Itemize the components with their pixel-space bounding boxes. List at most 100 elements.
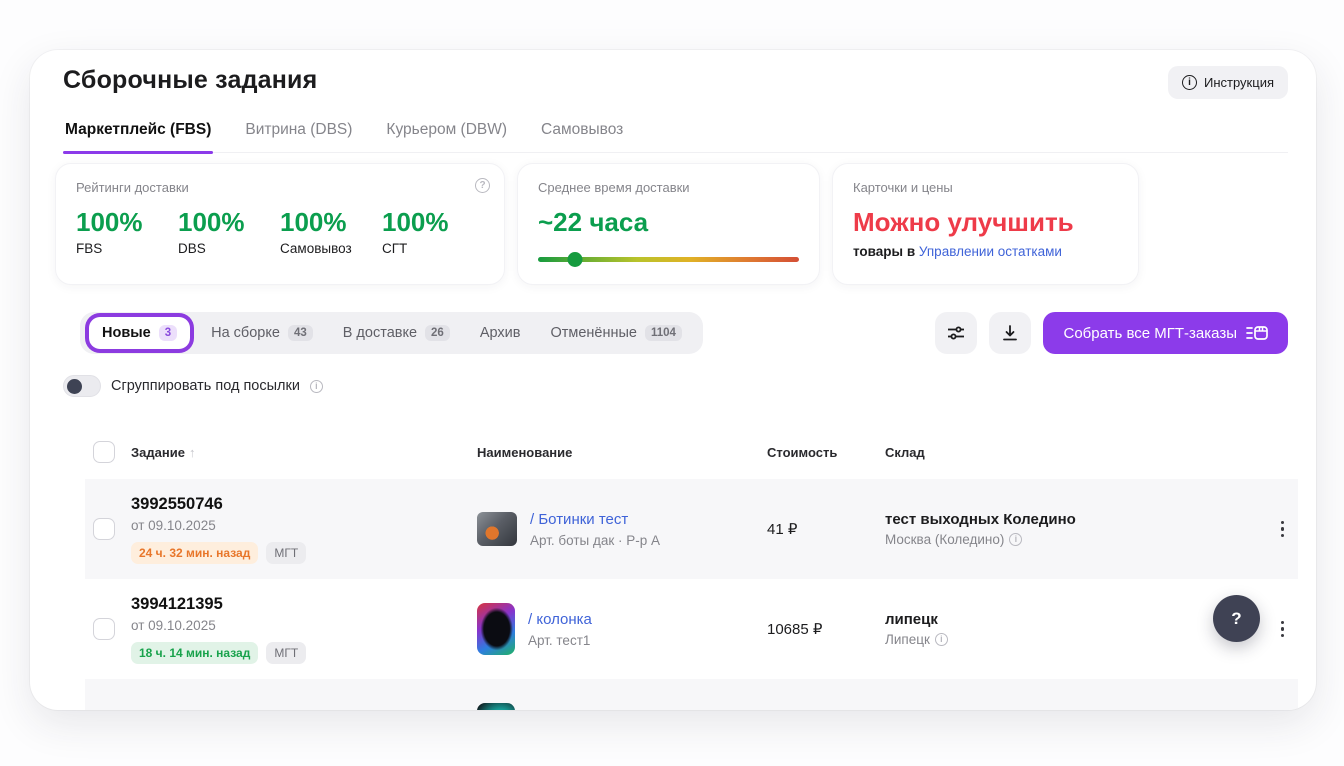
ratings-title: Рейтинги доставки: [76, 180, 484, 195]
row-checkbox[interactable]: [93, 618, 115, 640]
avg-delivery-time-card: Среднее время доставки ~22 часа: [517, 163, 820, 285]
price-cell: 10685 ₽: [753, 620, 877, 638]
subtext-prefix: товары в: [853, 244, 915, 259]
instruction-button[interactable]: i Инструкция: [1168, 66, 1288, 99]
status-tab-count: 1104: [645, 325, 682, 341]
product-thumbnail: [477, 603, 515, 655]
col-task[interactable]: Задание↑: [131, 445, 461, 460]
rating-label: FBS: [76, 241, 178, 256]
info-icon: i: [1182, 75, 1197, 90]
help-button[interactable]: ?: [1213, 595, 1260, 642]
delivery-ratings-card: Рейтинги доставки ? 100% FBS 100% DBS 10…: [55, 163, 505, 285]
table-header: Задание↑ Наименование Стоимость Склад: [85, 425, 1298, 479]
task-id: 3994121395: [131, 595, 461, 614]
rating-value: 100%: [76, 207, 178, 238]
status-tab-count: 43: [288, 325, 313, 341]
status-tab-label: Новые: [102, 325, 151, 341]
group-parcels-toggle[interactable]: [63, 375, 101, 397]
delivery-time-title: Среднее время доставки: [538, 180, 799, 195]
table-actions: Собрать все МГТ-заказы: [935, 312, 1288, 354]
rating-sgt: 100% СГТ: [382, 207, 484, 256]
time-elapsed-badge: 18 ч. 14 мин. назад: [131, 642, 258, 664]
status-tab-count: 26: [425, 325, 450, 341]
status-tab-new[interactable]: Новые 3: [89, 317, 190, 349]
warehouse-cell: липецк Липецк i: [877, 611, 1250, 647]
rating-dbs: 100% DBS: [178, 207, 280, 256]
product-thumbnail: [477, 703, 515, 710]
filter-settings-button[interactable]: [935, 312, 977, 354]
mgt-badge: МГТ: [266, 642, 306, 664]
task-badges: 24 ч. 32 мин. назад МГТ: [131, 542, 461, 564]
delivery-time-value: ~22 часа: [538, 207, 799, 238]
filters-row: Новые 3 На сборке 43 В доставке 26 Архив…: [55, 312, 1288, 354]
status-tab-assembling[interactable]: На сборке 43: [198, 317, 326, 349]
status-tab-count: 3: [159, 325, 177, 341]
row-checkbox[interactable]: [93, 518, 115, 540]
page-header: Сборочные задания i Инструкция: [63, 66, 1288, 99]
row-menu-button[interactable]: [1281, 621, 1285, 638]
warehouse-location: Москва (Коледино) i: [885, 532, 1250, 547]
col-price: Стоимость: [753, 445, 877, 460]
status-tab-label: На сборке: [211, 325, 280, 341]
product-cell: / Ботинки тест Арт. боты дак · Р-р А: [461, 511, 753, 548]
download-button[interactable]: [989, 312, 1031, 354]
collect-mgt-orders-button[interactable]: Собрать все МГТ-заказы: [1043, 312, 1288, 354]
table-row: 3996925519 липецк: [85, 679, 1298, 710]
status-tab-label: Архив: [480, 325, 521, 341]
task-cell: 3996925519: [131, 705, 461, 711]
warehouse-cell: тест выходных Коледино Москва (Коледино)…: [877, 511, 1250, 547]
warehouse-name: липецк: [885, 611, 1250, 628]
rating-value: 100%: [178, 207, 280, 238]
warehouse-location: Липецк i: [885, 632, 1250, 647]
tab-pickup[interactable]: Самовывоз: [539, 113, 625, 152]
task-date: от 09.10.2025: [131, 518, 461, 533]
status-tab-in-delivery[interactable]: В доставке 26: [330, 317, 463, 349]
cards-prices-status: Можно улучшить: [853, 207, 1118, 238]
product-cell: [461, 703, 753, 710]
col-warehouse: Склад: [877, 445, 1250, 460]
status-tab-archive[interactable]: Архив: [467, 317, 534, 349]
table-row: 3994121395 от 09.10.2025 18 ч. 14 мин. н…: [85, 579, 1298, 679]
tab-marketplace-fbs[interactable]: Маркетплейс (FBS): [63, 113, 213, 152]
status-tab-cancelled[interactable]: Отменённые 1104: [537, 317, 694, 349]
stock-management-link[interactable]: Управлении остатками: [919, 244, 1062, 259]
task-cell: 3992550746 от 09.10.2025 24 ч. 32 мин. н…: [131, 480, 461, 579]
download-icon: [1001, 324, 1019, 342]
rating-value: 100%: [280, 207, 382, 238]
price-cell: 41 ₽: [753, 520, 877, 538]
select-all-checkbox[interactable]: [93, 441, 115, 463]
status-tab-label: Отменённые: [550, 325, 637, 341]
row-menu-button[interactable]: [1281, 521, 1285, 538]
product-cell: / колонка Арт. тест1: [461, 603, 753, 655]
group-parcels-label: Сгруппировать под посылки: [111, 378, 300, 394]
col-name: Наименование: [461, 445, 753, 460]
tab-vitrina-dbs[interactable]: Витрина (DBS): [243, 113, 354, 152]
tab-courier-dbw[interactable]: Курьером (DBW): [384, 113, 509, 152]
task-id: 3992550746: [131, 495, 461, 514]
help-question-icon[interactable]: ?: [475, 178, 490, 193]
tasks-table: Задание↑ Наименование Стоимость Склад 39…: [85, 425, 1298, 710]
cards-prices-title: Карточки и цены: [853, 180, 1118, 195]
rating-fbs: 100% FBS: [76, 207, 178, 256]
product-article: Арт. боты дак · Р-р А: [530, 533, 660, 548]
package-list-icon: [1246, 324, 1268, 342]
info-icon[interactable]: i: [935, 633, 948, 646]
delivery-model-tabs: Маркетплейс (FBS) Витрина (DBS) Курьером…: [63, 113, 1288, 153]
delivery-time-scale: [538, 252, 799, 266]
warehouse-name: тест выходных Коледино: [885, 511, 1250, 528]
info-icon[interactable]: i: [310, 380, 323, 393]
sliders-icon: [946, 323, 966, 343]
gradient-marker: [567, 252, 582, 267]
group-parcels-row: Сгруппировать под посылки i: [63, 375, 323, 397]
time-elapsed-badge: 24 ч. 32 мин. назад: [131, 542, 258, 564]
product-name-link[interactable]: / Ботинки тест: [530, 511, 660, 528]
product-name-link[interactable]: / колонка: [528, 611, 592, 628]
product-thumbnail: [477, 512, 517, 546]
task-cell: 3994121395 от 09.10.2025 18 ч. 14 мин. н…: [131, 580, 461, 679]
collect-button-label: Собрать все МГТ-заказы: [1063, 325, 1237, 342]
status-tab-label: В доставке: [343, 325, 417, 341]
stats-row: Рейтинги доставки ? 100% FBS 100% DBS 10…: [55, 163, 1139, 285]
info-icon[interactable]: i: [1009, 533, 1022, 546]
table-row: 3992550746 от 09.10.2025 24 ч. 32 мин. н…: [85, 479, 1298, 579]
instruction-label: Инструкция: [1204, 75, 1274, 90]
